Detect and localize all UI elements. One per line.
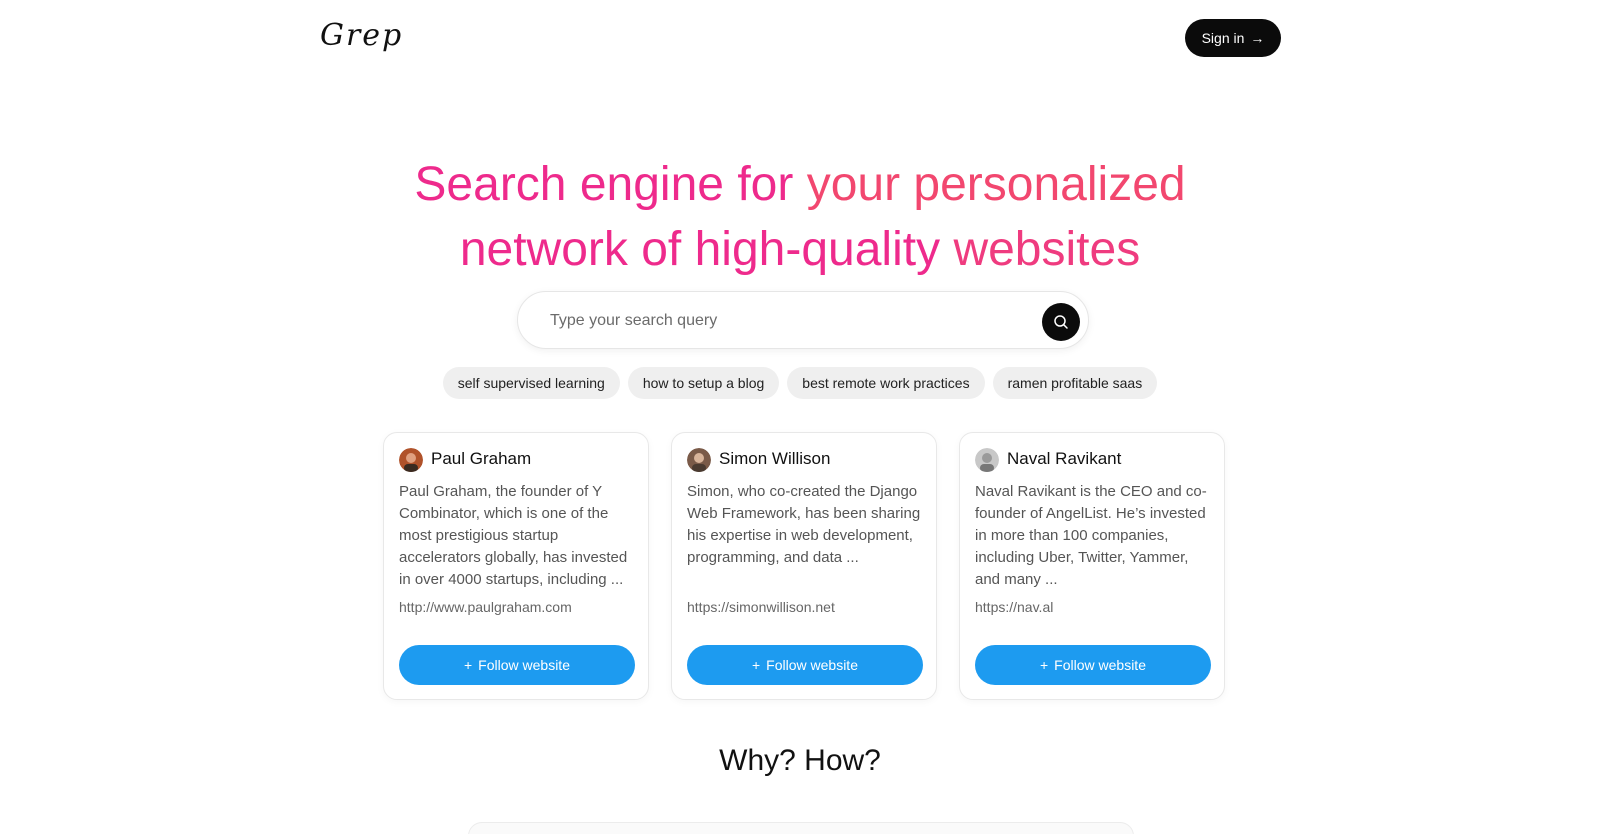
website-description: Simon, who co-created the Django Web Fra… — [687, 483, 921, 566]
suggestion-chip[interactable]: ramen profitable saas — [992, 367, 1158, 399]
suggestion-chip[interactable]: best remote work practices — [787, 367, 985, 399]
website-name[interactable]: Simon Willison — [719, 449, 830, 469]
follow-website-button[interactable]: + Follow website — [975, 645, 1211, 685]
website-description: Naval Ravikant is the CEO and co-founder… — [975, 483, 1207, 588]
avatar — [687, 448, 711, 472]
content-box — [468, 822, 1134, 834]
hero-word: personalized — [913, 158, 1186, 211]
follow-website-button[interactable]: + Follow website — [687, 645, 923, 685]
hero-word: your — [806, 158, 901, 211]
hero-word: for — [737, 158, 794, 211]
hero-word: engine — [579, 158, 724, 211]
suggestion-chip[interactable]: how to setup a blog — [627, 367, 780, 399]
search-bar — [517, 291, 1089, 349]
website-description: Paul Graham, the founder of Y Combinator… — [399, 483, 628, 588]
plus-icon: + — [1039, 657, 1049, 673]
follow-label: Follow website — [1054, 657, 1146, 673]
website-card: Simon Willison Simon, who co-created the… — [671, 432, 937, 700]
website-url[interactable]: https://simonwillison.net — [687, 599, 835, 615]
section-title: Why? How? — [719, 744, 881, 777]
plus-icon: + — [751, 657, 761, 673]
website-url[interactable]: https://nav.al — [975, 599, 1053, 615]
website-card: Naval Ravikant Naval Ravikant is the CEO… — [959, 432, 1225, 700]
search-icon — [1054, 315, 1068, 329]
hero-line-2: network of high-quality websites — [0, 217, 1600, 282]
suggestion-chips: self supervised learning how to setup a … — [0, 367, 1600, 399]
website-cards: Paul Graham Paul Graham, the founder of … — [383, 432, 1225, 700]
website-card: Paul Graham Paul Graham, the founder of … — [383, 432, 649, 700]
hero-word: high-quality — [694, 223, 941, 276]
hero-word: network — [459, 223, 628, 276]
follow-label: Follow website — [478, 657, 570, 673]
avatar — [399, 448, 423, 472]
follow-label: Follow website — [766, 657, 858, 673]
hero-line-1: Search engine for your personalized — [0, 152, 1600, 217]
website-name[interactable]: Paul Graham — [431, 449, 531, 469]
logo[interactable]: Grep — [320, 18, 403, 53]
hero-word: websites — [953, 223, 1141, 276]
header: Grep Sign in → — [0, 0, 1600, 80]
follow-website-button[interactable]: + Follow website — [399, 645, 635, 685]
hero-word: Search — [414, 158, 567, 211]
arrow-right-icon: → — [1250, 30, 1265, 46]
website-url[interactable]: http://www.paulgraham.com — [399, 599, 572, 615]
hero-word: of — [641, 223, 682, 276]
plus-icon: + — [463, 657, 473, 673]
sign-in-label: Sign in — [1201, 30, 1245, 46]
avatar — [975, 448, 999, 472]
suggestion-chip[interactable]: self supervised learning — [442, 367, 620, 399]
search-input[interactable] — [550, 306, 1010, 336]
sign-in-button[interactable]: Sign in → — [1185, 19, 1281, 57]
website-name[interactable]: Naval Ravikant — [1007, 449, 1121, 469]
search-button[interactable] — [1042, 303, 1080, 341]
hero-headline: Search engine for your personalized netw… — [0, 152, 1600, 282]
